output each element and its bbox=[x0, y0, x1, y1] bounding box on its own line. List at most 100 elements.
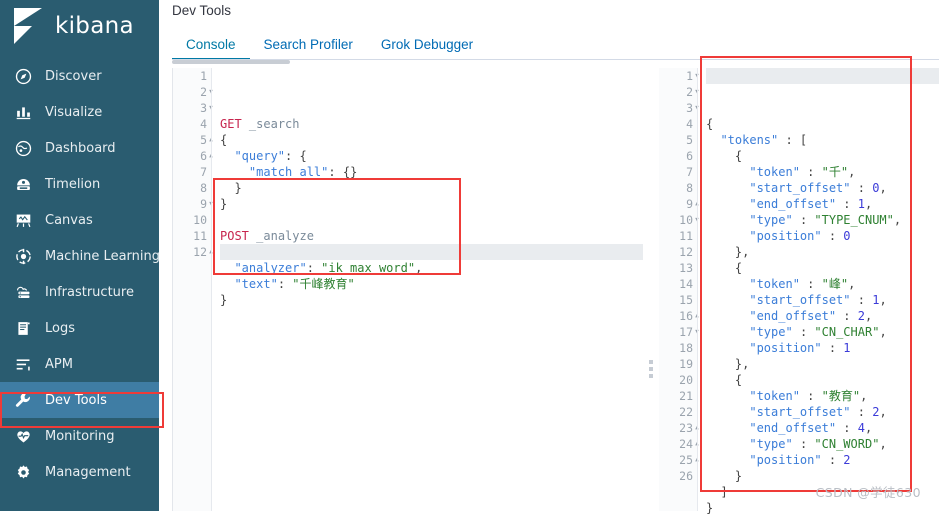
code-token: "query" bbox=[234, 149, 286, 163]
code-token: } bbox=[220, 181, 242, 195]
code-line: { bbox=[220, 132, 643, 148]
code-line: "position" : 1 bbox=[706, 340, 939, 356]
page-title: Dev Tools bbox=[172, 3, 232, 18]
compass-icon bbox=[10, 68, 36, 85]
code-token: 2 bbox=[843, 453, 851, 467]
bar-chart-icon bbox=[10, 104, 36, 121]
gutter-line-number: 24▴ bbox=[659, 436, 700, 452]
gutter-line-number: 21 bbox=[679, 389, 693, 403]
code-line: "start_offset" : 1, bbox=[706, 292, 939, 308]
sidebar-item-label: APM bbox=[45, 356, 73, 372]
sidebar-item-timelion[interactable]: Timelion bbox=[0, 166, 159, 202]
gutter-line-number: 1 bbox=[200, 69, 207, 83]
code-line: "text": "千峰教育" bbox=[220, 276, 643, 292]
sidebar-item-label: Dev Tools bbox=[45, 392, 107, 408]
apm-icon bbox=[10, 356, 36, 373]
code-token: } bbox=[706, 469, 743, 483]
pane-splitter[interactable] bbox=[645, 68, 657, 511]
code-line: "type" : "CN_WORD", bbox=[706, 436, 939, 452]
horizontal-scrollbar[interactable] bbox=[172, 60, 290, 64]
request-gutter: 12▾3▾45▴6▴7 89▾10 1112▴ bbox=[173, 68, 214, 511]
gutter-line-number: 11 bbox=[679, 229, 693, 243]
sidebar-item-label: Infrastructure bbox=[45, 284, 134, 300]
code-token: "position" bbox=[749, 453, 822, 467]
code-token: : { bbox=[285, 149, 307, 163]
sidebar-item-machine-learning[interactable]: Machine Learning bbox=[0, 238, 159, 274]
tab-console[interactable]: Console bbox=[172, 29, 250, 60]
sidebar-item-dashboard[interactable]: Dashboard bbox=[0, 130, 159, 166]
gutter-line-number: 10 bbox=[193, 213, 207, 227]
sidebar-item-canvas[interactable]: Canvas bbox=[0, 202, 159, 238]
tab-grok-debugger[interactable]: Grok Debugger bbox=[367, 29, 487, 60]
wrench-icon bbox=[10, 391, 36, 409]
code-token: "ik_max_word" bbox=[321, 261, 416, 275]
sidebar-item-label: Canvas bbox=[45, 212, 93, 228]
sidebar-item-label: Machine Learning bbox=[45, 248, 159, 264]
code-line: "start_offset" : 0, bbox=[706, 180, 939, 196]
sidebar-item-apm[interactable]: APM bbox=[0, 346, 159, 382]
gutter-line-number: 5 bbox=[686, 133, 693, 147]
gutter-line-number: 9▾ bbox=[173, 196, 214, 212]
code-token: "CN_CHAR" bbox=[814, 325, 880, 339]
sidebar-item-dev-tools[interactable]: Dev Tools bbox=[0, 382, 159, 418]
main-content: Dev Tools Console Search Profiler Grok D… bbox=[159, 0, 939, 515]
code-token: "type" bbox=[749, 213, 793, 227]
code-token: } bbox=[220, 293, 228, 307]
response-viewer[interactable]: 1▾2▾3▾456789▴10▾111213141516▴17▾18192021… bbox=[659, 68, 939, 515]
code-token: , bbox=[864, 421, 873, 435]
sidebar-item-infrastructure[interactable]: Infrastructure bbox=[0, 274, 159, 310]
infrastructure-icon bbox=[10, 284, 36, 301]
sidebar-item-label: Visualize bbox=[45, 104, 103, 120]
gutter-line-number: 26 bbox=[679, 469, 693, 483]
sidebar-item-monitoring[interactable]: Monitoring bbox=[0, 418, 159, 454]
request-code[interactable]: GET _search{ "query": { "match_all": {} … bbox=[220, 68, 643, 511]
code-token: , bbox=[848, 165, 856, 179]
gutter-line-number: 10▾ bbox=[659, 212, 700, 228]
gutter-line-number: 8 bbox=[200, 181, 207, 195]
gutter-line-number: 7 bbox=[200, 165, 207, 179]
sidebar-item-management[interactable]: Management bbox=[0, 454, 159, 490]
code-line: "end_offset" : 2, bbox=[706, 308, 939, 324]
gutter-line-number: 12 bbox=[679, 245, 693, 259]
code-line: }, bbox=[706, 244, 939, 260]
request-editor[interactable]: 12▾3▾45▴6▴789▾101112▴ GET _search{ "quer… bbox=[172, 68, 643, 511]
code-token: "千峰教育" bbox=[292, 277, 355, 291]
tab-search-profiler[interactable]: Search Profiler bbox=[250, 29, 367, 60]
code-token: , bbox=[879, 437, 887, 451]
code-token: 1 bbox=[857, 197, 865, 211]
gutter-line-number: 4 bbox=[686, 117, 693, 131]
code-token: "CN_WORD" bbox=[814, 437, 880, 451]
sidebar-item-discover[interactable]: Discover bbox=[0, 58, 159, 94]
code-token: , bbox=[864, 309, 873, 323]
sidebar: kibana Discover Visualize Dashboard Time… bbox=[0, 0, 159, 511]
kibana-app: kibana Discover Visualize Dashboard Time… bbox=[0, 0, 939, 515]
code-token: GET bbox=[220, 117, 242, 131]
code-token: : bbox=[306, 261, 322, 275]
sidebar-item-visualize[interactable]: Visualize bbox=[0, 94, 159, 130]
code-token: "type" bbox=[749, 325, 793, 339]
sidebar-item-logs[interactable]: Logs bbox=[0, 310, 159, 346]
code-token: , bbox=[848, 277, 856, 291]
gutter-line-number: 17▾ bbox=[659, 324, 700, 340]
code-token: { bbox=[220, 133, 228, 147]
brand-logo[interactable]: kibana bbox=[0, 0, 159, 52]
response-code[interactable]: { "tokens" : [ { "token" : "千", "start_o… bbox=[706, 68, 939, 515]
code-line: "type" : "TYPE_CNUM", bbox=[706, 212, 939, 228]
code-token: "token" bbox=[749, 389, 800, 403]
code-token: }, bbox=[706, 357, 750, 371]
brand-name: kibana bbox=[55, 13, 134, 39]
code-token: : bbox=[792, 325, 815, 339]
code-token: } bbox=[706, 501, 714, 515]
gutter-line-number: 5▴ bbox=[173, 132, 214, 148]
code-token: : bbox=[792, 437, 815, 451]
code-token: "start_offset" bbox=[749, 293, 851, 307]
